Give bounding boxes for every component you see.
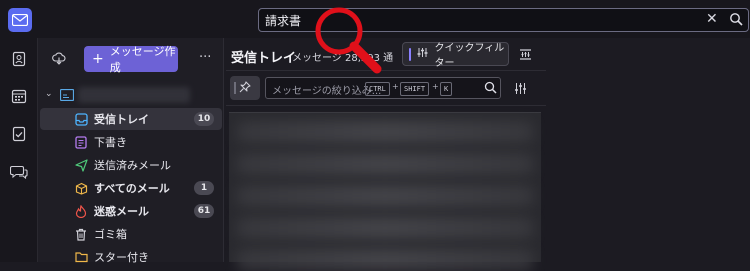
pin-icon xyxy=(239,80,251,96)
message-list xyxy=(229,112,541,271)
inbox-icon xyxy=(74,112,88,126)
mail-app-icon[interactable] xyxy=(8,8,32,32)
close-icon[interactable]: ✕ xyxy=(706,11,718,27)
shortcut-key: K xyxy=(440,82,453,96)
search-input[interactable]: 請求書 xyxy=(265,12,301,29)
chevron-down-icon[interactable]: ⌄ xyxy=(45,89,53,99)
folder-junk[interactable]: 迷惑メール 61 xyxy=(40,200,222,222)
folder-label: すべてのメール xyxy=(94,182,170,195)
tasks-icon[interactable] xyxy=(10,125,28,143)
address-book-icon[interactable] xyxy=(10,50,28,68)
archive-box-icon xyxy=(74,181,88,195)
toggle-indicator xyxy=(409,47,412,61)
list-item[interactable] xyxy=(237,153,533,175)
shortcut-plus: + xyxy=(432,82,439,91)
spaces-toolbar xyxy=(0,38,38,262)
quick-filter-button[interactable]: クイックフィルター xyxy=(402,42,509,69)
message-count: メッセージ 28,593 通 xyxy=(292,53,394,64)
sticky-filter-toggle[interactable] xyxy=(230,76,260,100)
list-item[interactable] xyxy=(237,249,533,271)
folder-label: 迷惑メール xyxy=(94,205,149,218)
shortcut-key: CTRL xyxy=(365,82,390,96)
search-icon[interactable] xyxy=(729,12,743,29)
folder-label: 受信トレイ xyxy=(94,113,149,126)
trash-icon xyxy=(74,227,88,241)
list-view-options-icon[interactable] xyxy=(519,48,532,64)
shortcut-plus: + xyxy=(392,82,399,91)
folder-inbox[interactable]: 受信トレイ 10 xyxy=(40,108,222,130)
plus-icon: + xyxy=(92,51,104,67)
get-messages-icon[interactable] xyxy=(52,51,66,68)
search-icon[interactable] xyxy=(484,81,497,97)
quick-filter-label: クイックフィルター xyxy=(434,43,505,69)
folder-all-mail[interactable]: すべてのメール 1 xyxy=(40,177,222,199)
list-item[interactable] xyxy=(237,217,533,239)
folder-label: 下書き xyxy=(94,136,127,149)
list-item[interactable] xyxy=(237,185,533,207)
toggle-indicator xyxy=(234,82,236,94)
unread-badge: 61 xyxy=(194,204,214,218)
new-message-button[interactable]: + メッセージ作成 xyxy=(84,45,178,74)
folder-trash[interactable]: ゴミ箱 xyxy=(40,223,222,245)
sliders-icon xyxy=(417,47,428,61)
global-search-field[interactable]: 請求書 ✕ xyxy=(258,8,749,32)
folder-label: スター付き xyxy=(94,251,149,264)
sent-icon xyxy=(74,158,88,172)
folder-title: 受信トレイ xyxy=(231,51,297,66)
list-item[interactable] xyxy=(237,121,533,143)
folder-starred[interactable]: スター付き xyxy=(40,246,222,268)
folder-label: ゴミ箱 xyxy=(94,228,127,241)
folder-label: 送信済みメール xyxy=(94,159,171,172)
calendar-icon[interactable] xyxy=(10,87,28,105)
unread-badge: 1 xyxy=(194,181,214,195)
account-icon xyxy=(59,88,75,104)
account-name-blurred[interactable] xyxy=(78,87,190,103)
filter-options-icon[interactable] xyxy=(514,82,527,98)
draft-icon xyxy=(74,135,88,149)
spam-flame-icon xyxy=(74,204,88,218)
folder-drafts[interactable]: 下書き xyxy=(40,131,222,153)
message-filter-field[interactable]: メッセージの絞り込み... CTRL + SHIFT + K xyxy=(265,77,501,99)
folder-sent[interactable]: 送信済みメール xyxy=(40,154,222,176)
shortcut-key: SHIFT xyxy=(400,82,430,96)
chat-icon[interactable] xyxy=(10,163,28,181)
unread-badge: 10 xyxy=(194,112,214,126)
folder-pane-menu-button[interactable]: ··· xyxy=(199,50,211,65)
